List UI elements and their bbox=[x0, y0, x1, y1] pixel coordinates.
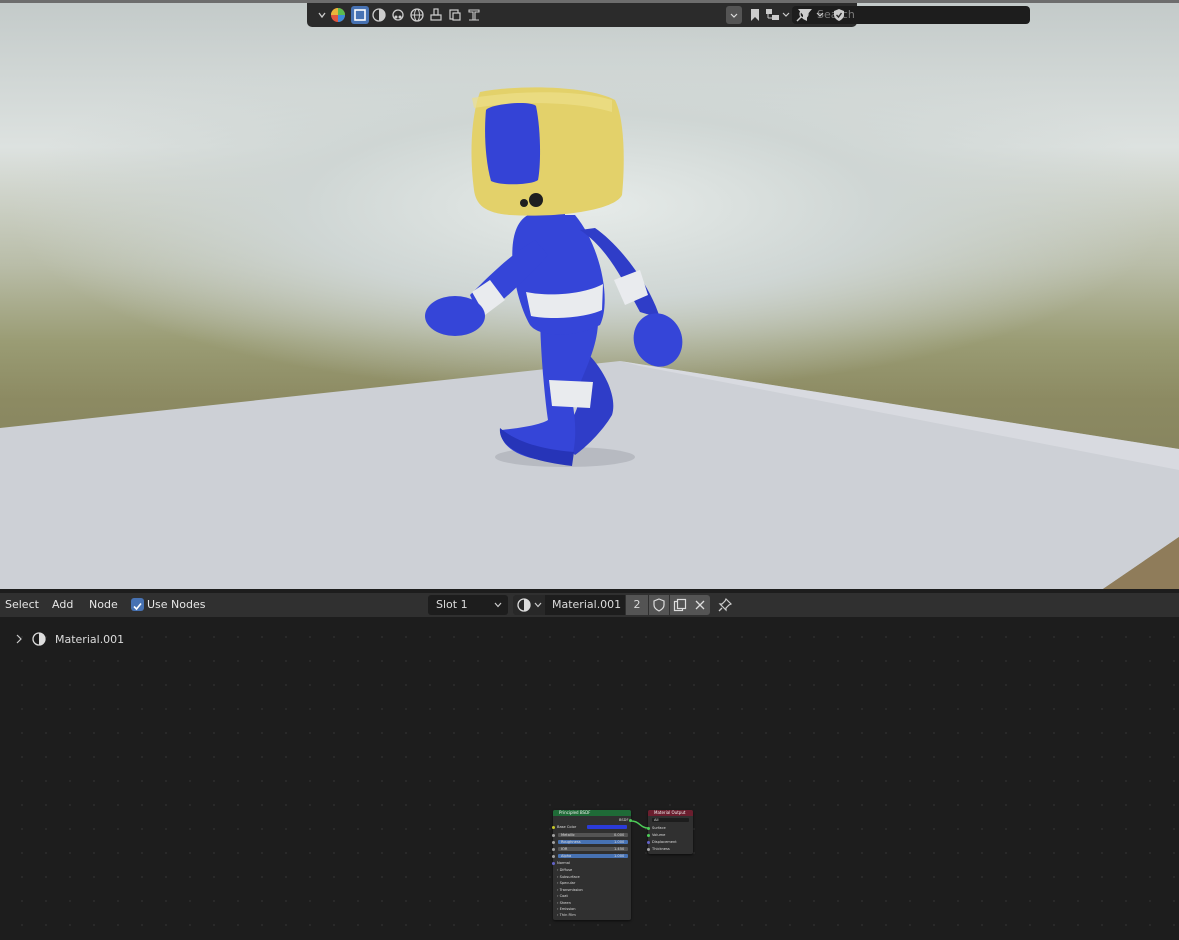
panel-coat[interactable]: › Coat bbox=[557, 894, 568, 898]
target-value: All bbox=[654, 818, 659, 822]
panel-subsurface[interactable]: › Subsurface bbox=[557, 875, 580, 879]
metallic-label: Metallic bbox=[561, 833, 575, 837]
base-color-label: Base Color bbox=[557, 825, 577, 829]
alpha-label: Alpha bbox=[561, 854, 572, 858]
base-color-socket[interactable] bbox=[552, 826, 555, 829]
panel-specular[interactable]: › Specular bbox=[557, 881, 575, 885]
normal-label: Normal bbox=[557, 861, 571, 865]
displacement-socket[interactable] bbox=[647, 841, 650, 844]
alpha-value: 1.000 bbox=[614, 854, 625, 858]
displacement-label: Displacement bbox=[652, 840, 677, 844]
roughness-value: 1.000 bbox=[614, 840, 625, 844]
node-title: Principled BSDF bbox=[553, 810, 631, 816]
panel-sheen[interactable]: › Sheen bbox=[557, 901, 571, 905]
metallic-socket[interactable] bbox=[552, 834, 555, 837]
thickness-socket[interactable] bbox=[647, 848, 650, 851]
output-label: BSDF bbox=[619, 818, 629, 822]
base-color-swatch[interactable] bbox=[587, 825, 627, 829]
principled-bsdf-node[interactable]: Principled BSDF BSDF Base Color Metallic… bbox=[552, 810, 632, 920]
bsdf-output-socket[interactable] bbox=[629, 819, 632, 822]
roughness-label: Roughness bbox=[561, 840, 581, 844]
ior-value: 1.450 bbox=[614, 847, 625, 851]
normal-socket[interactable] bbox=[552, 862, 555, 865]
node-title: Material Output bbox=[648, 810, 693, 816]
node-link bbox=[630, 820, 649, 829]
panel-transmission[interactable]: › Transmission bbox=[557, 888, 583, 892]
metallic-value: 0.000 bbox=[614, 833, 625, 837]
thickness-label: Thickness bbox=[652, 847, 670, 851]
material-output-node[interactable]: Material Output All Surface Volume Displ… bbox=[647, 810, 693, 854]
ior-label: IOR bbox=[561, 847, 568, 851]
volume-socket[interactable] bbox=[647, 834, 650, 837]
surface-socket[interactable] bbox=[647, 827, 650, 830]
volume-label: Volume bbox=[652, 833, 666, 837]
panel-diffuse[interactable]: › Diffuse bbox=[557, 868, 572, 872]
panel-emission[interactable]: › Emission bbox=[557, 907, 576, 911]
alpha-socket[interactable] bbox=[552, 855, 555, 858]
surface-label: Surface bbox=[652, 826, 666, 830]
ior-socket[interactable] bbox=[552, 848, 555, 851]
panel-thin-film[interactable]: › Thin Film bbox=[557, 913, 576, 917]
roughness-socket[interactable] bbox=[552, 841, 555, 844]
